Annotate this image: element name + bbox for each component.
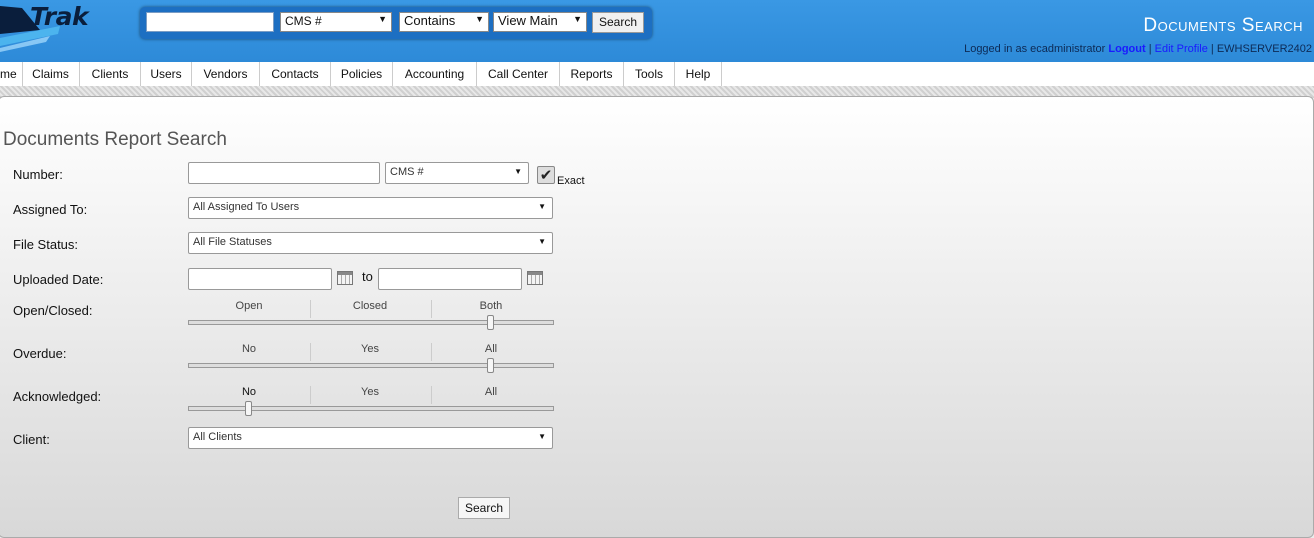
page-title: Documents Search [1143,15,1303,36]
open-closed-slider[interactable]: Open Closed Both [188,300,554,332]
quick-search-view-value: View Main [498,13,558,28]
form-title: Documents Report Search [3,129,227,150]
client-value: All Clients [193,431,242,443]
quick-search-field-select[interactable]: CMS # ▼ [280,12,392,32]
logout-link[interactable]: Logout [1108,43,1145,55]
date-to-label: to [362,269,373,284]
slider-option: Yes [361,386,379,398]
slider-thumb[interactable] [487,358,494,373]
number-input[interactable] [188,162,380,184]
chevron-down-icon: ▼ [475,14,484,24]
slider-option: All [484,343,498,355]
nav-item-tools[interactable]: Tools [624,62,675,86]
overdue-label: Overdue: [13,346,67,361]
calendar-icon[interactable] [337,271,353,285]
number-label: Number: [13,167,63,182]
file-status-select[interactable]: All File Statuses ▼ [188,232,553,254]
file-status-label: File Status: [13,237,79,252]
exact-checkbox[interactable]: ✔ [537,166,555,184]
slider-option: Open [235,300,263,312]
slider-thumb[interactable] [487,315,494,330]
quick-search-match-value: Contains [404,13,456,28]
acknowledged-slider[interactable]: No Yes All [188,386,554,418]
uploaded-date-to-input[interactable] [378,268,522,290]
quick-search-input[interactable] [146,12,274,32]
chevron-down-icon: ▼ [538,237,546,246]
number-type-value: CMS # [390,166,424,178]
nav-item-claims[interactable]: Claims [22,62,80,86]
slider-option: Closed [352,300,388,312]
chevron-down-icon: ▼ [538,432,546,441]
number-type-select[interactable]: CMS # ▼ [385,162,529,184]
edit-profile-link[interactable]: Edit Profile [1155,43,1208,55]
main-nav: me Claims Clients Users Vendors Contacts… [0,62,1314,87]
separator: | [1148,43,1152,55]
nav-item-home[interactable]: me [0,62,23,86]
slider-option: No [241,386,257,398]
slider-track[interactable] [188,406,554,411]
nav-item-reports[interactable]: Reports [560,62,624,86]
quick-search-bar: CMS # ▼ Contains ▼ View Main ▼ Search [140,7,652,39]
calendar-icon[interactable] [527,271,543,285]
quick-search-match-select[interactable]: Contains ▼ [399,12,489,32]
app-logo[interactable]: Trak [0,0,110,58]
assigned-to-value: All Assigned To Users [193,201,300,213]
slider-thumb[interactable] [245,401,252,416]
search-button[interactable]: Search [458,497,510,519]
uploaded-date-label: Uploaded Date: [13,272,104,287]
nav-item-vendors[interactable]: Vendors [192,62,260,86]
login-user: Logged in as ecadministrator [964,43,1106,55]
nav-item-call-center[interactable]: Call Center [477,62,560,86]
slider-option: Yes [361,343,379,355]
exact-label: Exact [557,175,585,187]
nav-item-contacts[interactable]: Contacts [260,62,331,86]
slider-track[interactable] [188,320,554,325]
slider-track[interactable] [188,363,554,368]
logo-text: Trak [30,2,89,31]
overdue-slider[interactable]: No Yes All [188,343,554,375]
separator: | [1210,43,1214,55]
quick-search-view-select[interactable]: View Main ▼ [493,12,587,32]
slider-option: All [484,386,498,398]
chevron-down-icon: ▼ [514,167,522,176]
nav-item-help[interactable]: Help [675,62,722,86]
client-label: Client: [13,432,50,447]
slider-option: Both [479,300,503,312]
chevron-down-icon: ▼ [573,14,582,24]
nav-item-accounting[interactable]: Accounting [393,62,477,86]
assigned-to-label: Assigned To: [13,202,88,217]
open-closed-label: Open/Closed: [13,303,93,318]
file-status-value: All File Statuses [193,236,272,248]
acknowledged-label: Acknowledged: [13,389,102,404]
quick-search-button[interactable]: Search [592,12,644,33]
chevron-down-icon: ▼ [378,14,387,24]
client-select[interactable]: All Clients ▼ [188,427,553,449]
server-name: EWHSERVER2402 [1216,43,1312,55]
login-info: Logged in as ecadministrator Logout | Ed… [964,43,1312,55]
uploaded-date-from-input[interactable] [188,268,332,290]
chevron-down-icon: ▼ [538,202,546,211]
nav-item-clients[interactable]: Clients [80,62,141,86]
nav-item-users[interactable]: Users [141,62,192,86]
assigned-to-select[interactable]: All Assigned To Users ▼ [188,197,553,219]
quick-search-field-value: CMS # [285,14,322,28]
slider-option: No [241,343,257,355]
app-header: Trak CMS # ▼ Contains ▼ View Main ▼ Sear… [0,0,1314,62]
nav-item-policies[interactable]: Policies [331,62,393,86]
